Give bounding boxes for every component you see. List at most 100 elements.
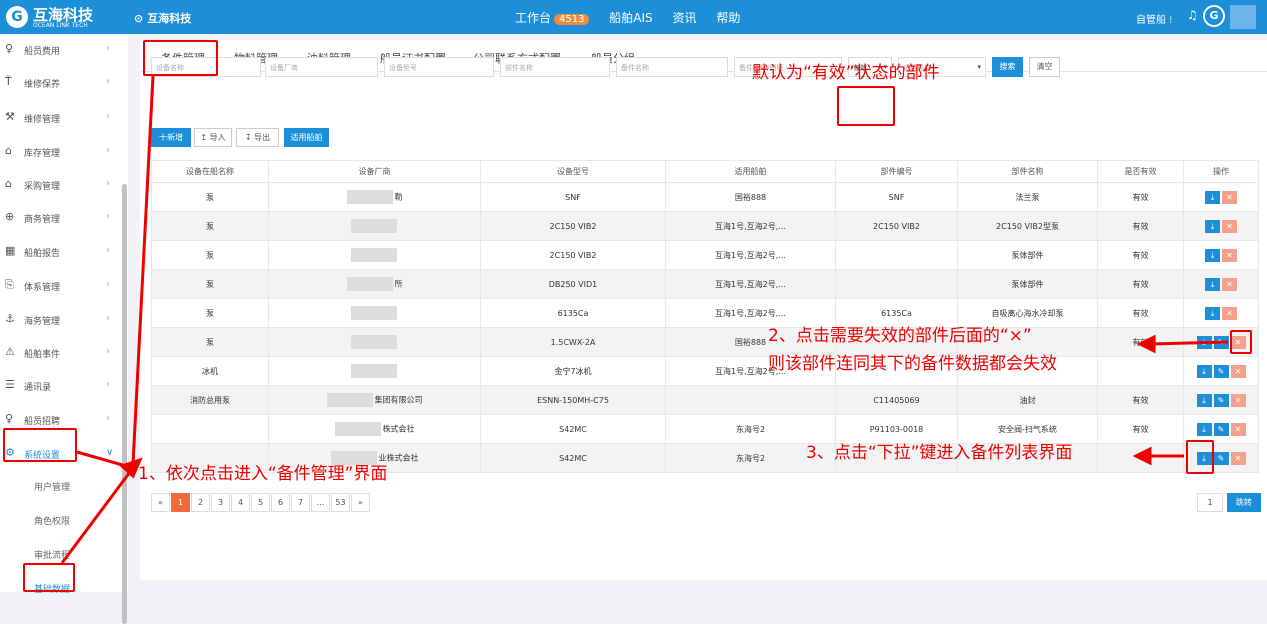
export-button[interactable]: ↧ 导出 — [236, 128, 279, 147]
part-name-input[interactable]: 部件名称 — [500, 57, 610, 77]
nav-news[interactable]: 资讯 — [673, 9, 697, 26]
table-row[interactable]: 泵 2C150 VIB2 互海1号,互海2号,... 泵体部件 有效 ⤓ ✕ — [151, 240, 1259, 270]
add-button[interactable]: 十新增 — [151, 128, 191, 147]
sidebar-item-3[interactable]: ⌂ 库存管理 › — [0, 136, 122, 169]
search-button[interactable]: 搜索 — [992, 57, 1023, 77]
sidebar-subitem-1[interactable]: 角色权限 — [0, 504, 122, 537]
nav-ais[interactable]: 船舶AIS — [609, 9, 652, 26]
sidebar-scrollbar[interactable] — [122, 184, 127, 624]
cell-code: P91103-0018 — [835, 414, 958, 444]
nav-workbench[interactable]: 工作台 4513 — [515, 9, 590, 26]
table-row[interactable]: 泵所 DB250 VID1 互海1号,互海2号,... 泵体部件 有效 ⤓ ✕ — [151, 269, 1259, 299]
table-row[interactable]: 株式会社 S42MC 东海号2 P91103-0018 安全阀-扫气系统 有效 ⤓ ✎ ✕ — [151, 414, 1259, 444]
sidebar-item-0[interactable]: ♀ 船员费用 › — [0, 34, 122, 67]
download-icon[interactable]: ⤓ — [1196, 364, 1212, 378]
table-row[interactable]: 泵 6135Ca 互海1号,互海2号,... 6135Ca 自吸离心海水冷却泵 有效 ⤓ ✕ — [151, 298, 1259, 328]
sidebar-item-4[interactable]: ⌂ 采购管理 › — [0, 169, 122, 202]
spare-name-input[interactable]: 备件名称 — [616, 57, 728, 77]
table-row[interactable]: 冰机 金宁7冰机 互海1号,互海2号,... ⤓ ✎ ✕ — [151, 356, 1259, 386]
delete-icon[interactable]: ✕ — [1222, 219, 1237, 233]
nav-help[interactable]: 帮助 — [716, 9, 740, 26]
maker-input[interactable]: 设备厂商 — [265, 57, 378, 77]
download-icon[interactable]: ⤓ — [1205, 248, 1220, 262]
sidebar-item-9[interactable]: ⚠ 船舶事件 › — [0, 337, 122, 370]
bell-icon[interactable]: ♫ — [1187, 8, 1198, 22]
table-row[interactable]: 泵 2C150 VIB2 互海1号,互海2号,... 2C150 VIB2 2C150 … — [151, 211, 1259, 241]
delete-icon[interactable]: ✕ — [1230, 451, 1246, 465]
page-button[interactable]: 2 — [191, 493, 210, 512]
home-icon: ⊙ — [134, 12, 144, 25]
breadcrumb[interactable]: ⊙ 互海科技 — [134, 10, 195, 26]
cell-model: 6135Ca — [480, 298, 666, 328]
page-button[interactable]: 3 — [211, 493, 230, 512]
sidebar-icon: ♀ — [5, 42, 14, 55]
user-menu[interactable]: 自管船 ⁝ — [1136, 11, 1172, 26]
download-icon[interactable]: ⤓ — [1205, 306, 1220, 320]
cell-ship: 互海1号,互海2号,... — [665, 298, 836, 328]
edit-icon[interactable]: ✎ — [1213, 422, 1229, 436]
edit-icon[interactable]: ✎ — [1213, 393, 1229, 407]
download-icon[interactable]: ⤓ — [1196, 393, 1212, 407]
download-icon[interactable]: ⤓ — [1196, 422, 1212, 436]
cell-valid: 有效 — [1097, 414, 1184, 444]
sidebar-item-7[interactable]: ⎘ 体系管理 › — [0, 270, 122, 303]
edit-icon[interactable]: ✎ — [1213, 364, 1229, 378]
sidebar-item-6[interactable]: ▦ 船舶报告 › — [0, 236, 122, 269]
download-icon[interactable]: ⤓ — [1196, 335, 1212, 349]
chevron-right-icon: › — [106, 145, 110, 156]
clear-button[interactable]: 清空 — [1029, 57, 1060, 77]
chevron-right-icon: › — [106, 413, 110, 424]
download-icon[interactable]: ⤓ — [1205, 190, 1220, 204]
page-button[interactable]: 5 — [251, 493, 270, 512]
table-row[interactable]: 泵勒 SNF 国裕888 SNF 法兰泵 有效 ⤓ ✕ — [151, 182, 1259, 212]
page-button[interactable]: 53 — [331, 493, 350, 512]
page-jump-button[interactable]: 跳转 — [1226, 493, 1261, 512]
sidebar-item-1[interactable]: Ť 维修保养 › — [0, 67, 122, 100]
delete-icon[interactable]: ✕ — [1230, 393, 1246, 407]
apply-ship-button[interactable]: 适用船舶 — [284, 128, 329, 147]
delete-icon[interactable]: ✕ — [1222, 277, 1237, 291]
cell-maker: 株式会社 — [268, 414, 481, 444]
download-icon[interactable]: ⤓ — [1205, 219, 1220, 233]
page-prev-button[interactable]: « — [151, 493, 170, 512]
delete-icon[interactable]: ✕ — [1222, 306, 1237, 320]
sidebar-icon: ▦ — [5, 244, 16, 257]
model-input[interactable]: 设备型号 — [384, 57, 494, 77]
import-button[interactable]: ↥ 导入 — [194, 128, 232, 147]
avatar[interactable]: G — [1203, 5, 1225, 27]
page-button[interactable]: ... — [311, 493, 330, 512]
blurred-text — [346, 277, 393, 291]
page-button[interactable]: 1 — [171, 493, 190, 512]
sidebar-subitem-0[interactable]: 用户管理 — [0, 470, 122, 503]
page-button[interactable]: 4 — [231, 493, 250, 512]
highlight-system-settings — [3, 428, 77, 462]
delete-icon[interactable]: ✕ — [1230, 422, 1246, 436]
chevron-right-icon: › — [106, 76, 110, 87]
highlight-dropdown — [1186, 440, 1214, 474]
sidebar-item-label: 维修保养 — [24, 80, 61, 90]
cell-model: 1.5CWX-2A — [480, 327, 666, 357]
sidebar-item-10[interactable]: ☰ 通讯录 › — [0, 370, 122, 403]
sidebar-item-2[interactable]: ⚒ 维修管理 › — [0, 102, 122, 135]
sidebar-icon: ⚒ — [5, 110, 15, 123]
cell-valid: 有效 — [1097, 182, 1184, 212]
page-button[interactable]: 6 — [271, 493, 290, 512]
page-next-button[interactable]: » — [351, 493, 370, 512]
table-row[interactable]: 泵 1.5CWX-2A 国裕888 有效 ⤓ ✎ ✕ — [151, 327, 1259, 357]
delete-icon[interactable]: ✕ — [1222, 248, 1237, 262]
page-button[interactable]: 7 — [291, 493, 310, 512]
edit-icon[interactable]: ✎ — [1213, 335, 1229, 349]
delete-icon[interactable]: ✕ — [1230, 364, 1246, 378]
download-icon[interactable]: ⤓ — [1205, 277, 1220, 291]
logo-icon: G — [6, 6, 28, 28]
cell-maker — [268, 240, 481, 270]
delete-icon[interactable]: ✕ — [1222, 190, 1237, 204]
cell-model: S42MC — [480, 414, 666, 444]
page-jump-input[interactable]: 1 — [1197, 493, 1223, 512]
table-row[interactable]: 消防总用泵 集团有限公司 ESNN-150MH-C75 C11405069 油封 有效 ⤓ ✎… — [151, 385, 1259, 415]
sidebar-item-5[interactable]: ⊕ 商务管理 › — [0, 202, 122, 235]
company-logo[interactable]: G 互海科技 OCEAN LINK TECH — [6, 5, 124, 31]
edit-icon[interactable]: ✎ — [1213, 451, 1229, 465]
sidebar-item-8[interactable]: ⚓ 海务管理 › — [0, 304, 122, 337]
caret-down-icon: ▾ — [977, 63, 981, 71]
